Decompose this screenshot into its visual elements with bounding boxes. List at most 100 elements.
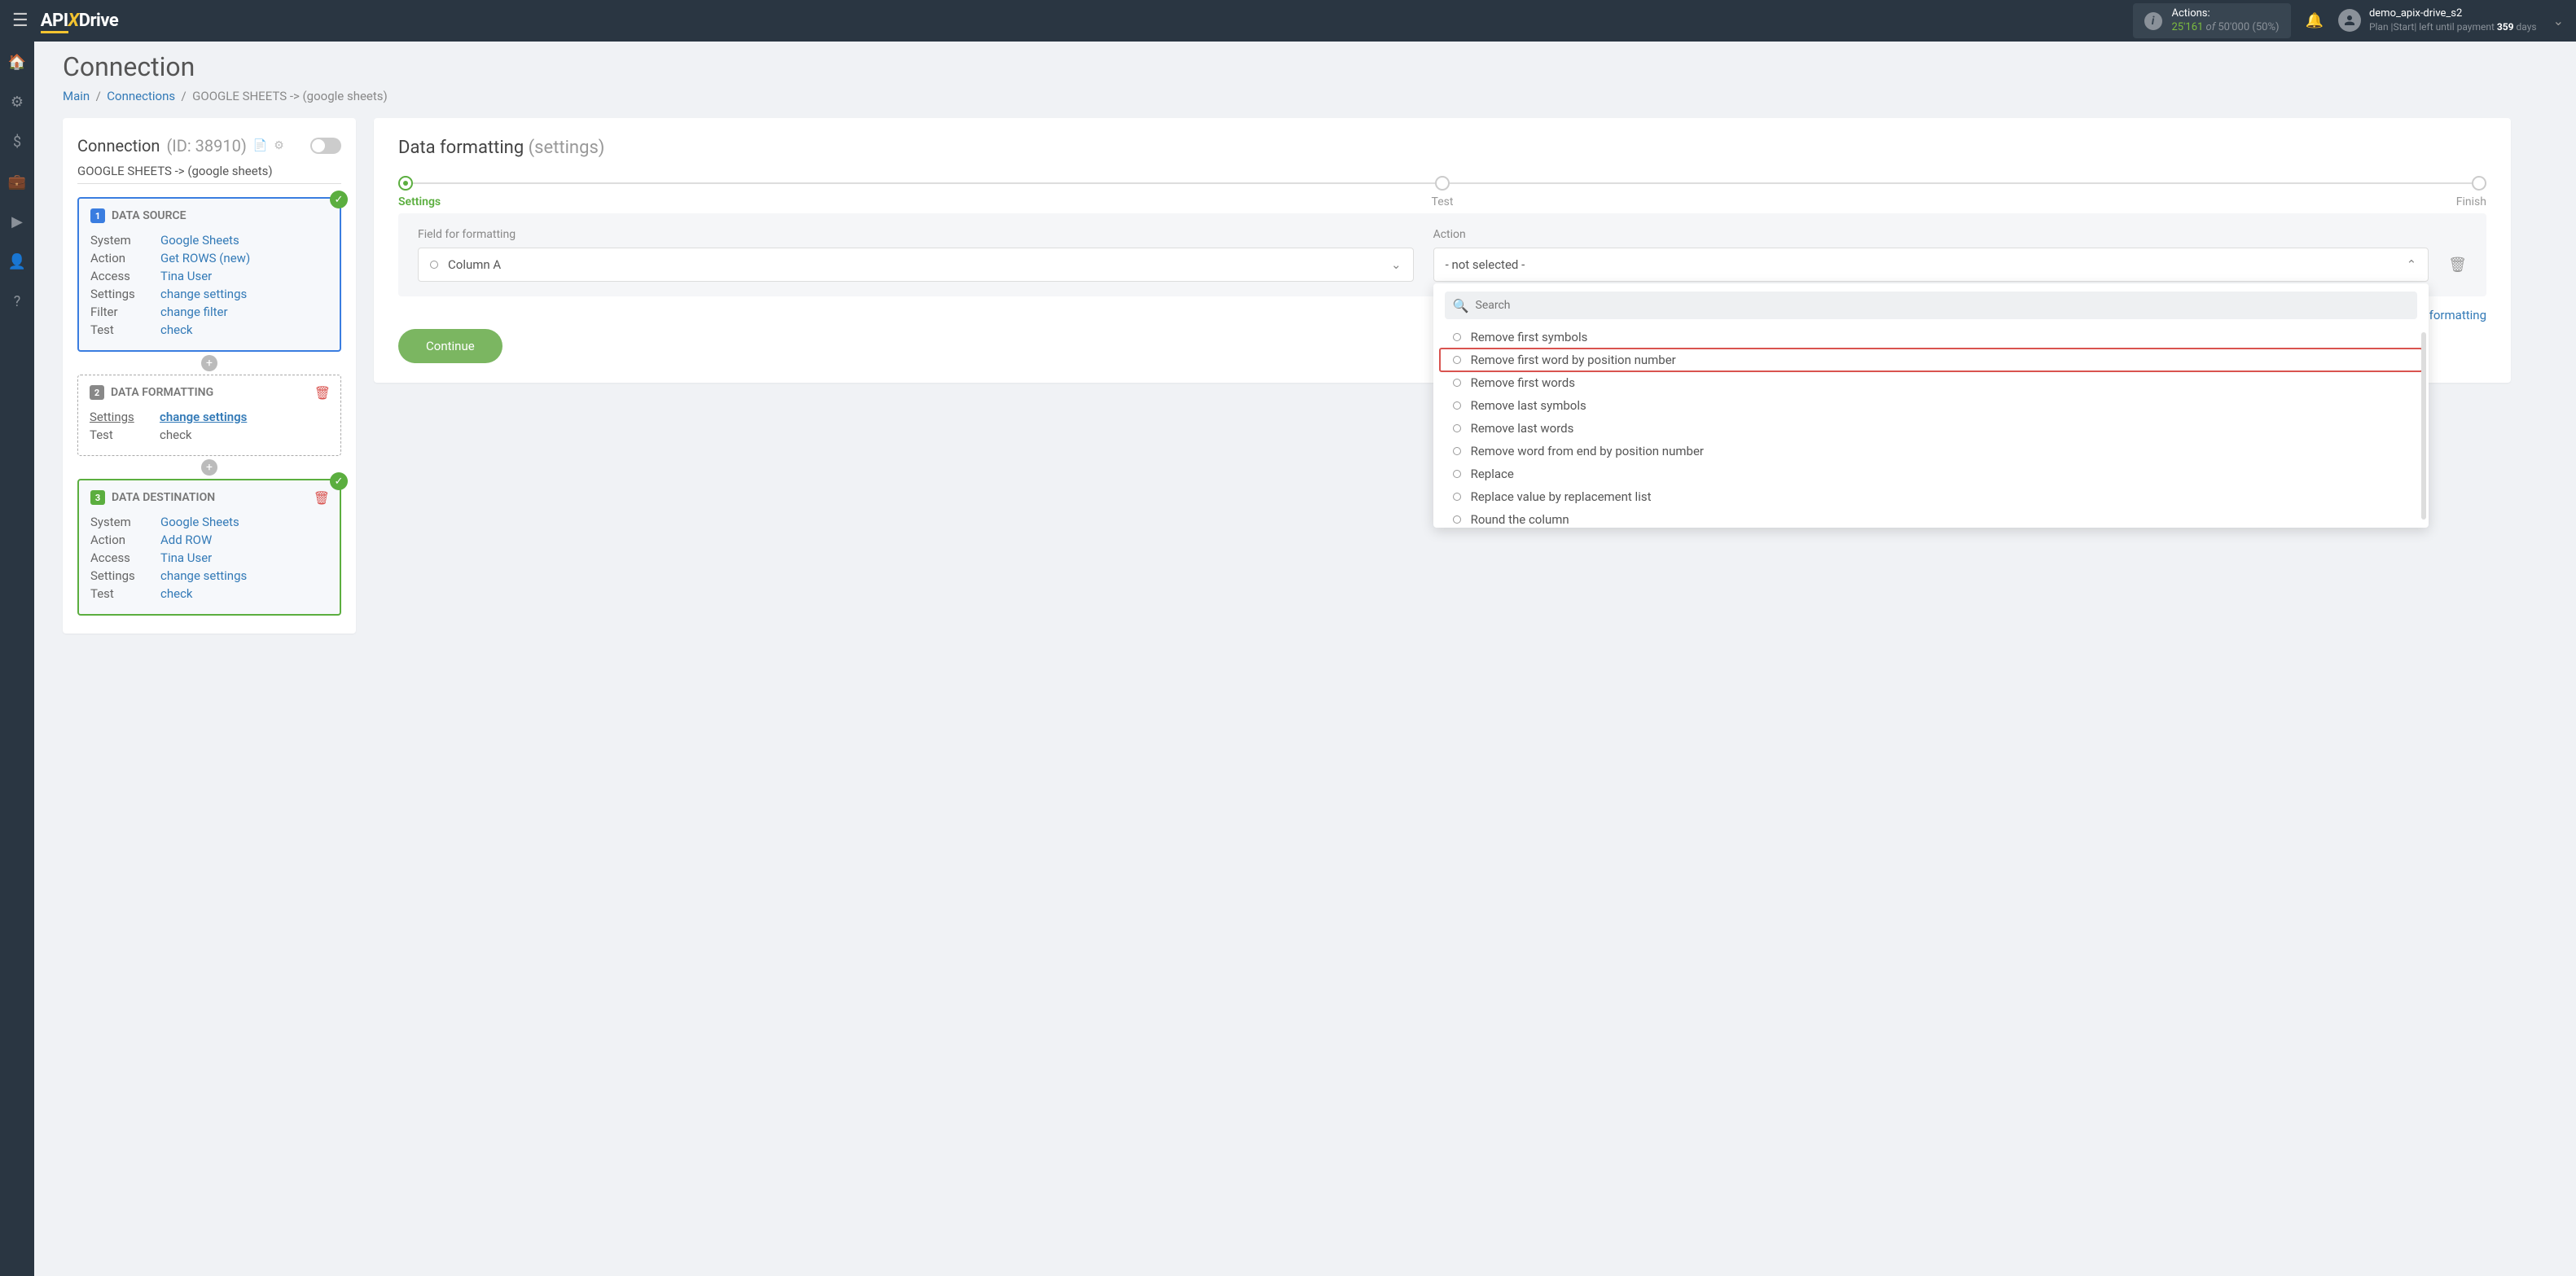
radio-icon <box>1453 493 1461 501</box>
breadcrumb-connections[interactable]: Connections <box>107 89 175 103</box>
source-test[interactable]: check <box>160 322 193 337</box>
panel-id: (ID: 38910) <box>166 136 246 156</box>
user-menu[interactable]: demo_apix-drive_s2 Plan |Start| left unt… <box>2338 7 2537 33</box>
dropdown-option[interactable]: Remove first symbols <box>1440 326 2423 349</box>
plan-prefix: Plan |Start| left until payment <box>2369 21 2497 33</box>
connection-panel: Connection (ID: 38910) 📄 ⚙ GOOGLE SHEETS… <box>63 118 356 634</box>
actions-counter[interactable]: i Actions: 25'161 of 50'000 (50%) <box>2133 3 2291 39</box>
field-label: Field for formatting <box>418 228 1414 241</box>
scrollbar[interactable] <box>2421 332 2426 520</box>
source-system[interactable]: Google Sheets <box>160 233 239 248</box>
dropdown-option[interactable]: Replace value by replacement list <box>1440 485 2423 508</box>
delete-row-button[interactable]: 🗑 <box>2448 257 2467 282</box>
sitemap-icon[interactable]: ⚙ <box>11 94 24 111</box>
formatting-heading: DATA FORMATTING <box>111 386 213 399</box>
formatting-row: Field for formatting Column A ⌄ Action -… <box>398 213 2486 296</box>
dropdown-option[interactable]: Remove first words <box>1440 371 2423 394</box>
youtube-icon[interactable]: ▶ <box>11 213 23 230</box>
dropdown-option[interactable]: Remove word from end by position number <box>1440 440 2423 463</box>
check-icon: ✓ <box>330 472 348 490</box>
breadcrumb: Main / Connections / GOOGLE SHEETS -> (g… <box>63 89 2511 103</box>
data-formatting-card[interactable]: 🗑 2DATA FORMATTING Settingschange settin… <box>77 375 341 456</box>
avatar-icon <box>2338 9 2361 32</box>
action-dropdown: 🔍 Remove first symbolsRemove first word … <box>1433 283 2429 528</box>
formatting-settings[interactable]: change settings <box>160 410 247 424</box>
radio-icon <box>1453 333 1461 341</box>
radio-icon <box>1453 470 1461 478</box>
destination-heading: DATA DESTINATION <box>112 491 215 504</box>
dropdown-option[interactable]: Round the column <box>1440 508 2423 531</box>
left-nav: 🏠 ⚙ $ 💼 ▶ 👤 ? <box>0 42 34 1276</box>
trash-icon[interactable]: 🗑 <box>314 385 331 401</box>
trash-icon[interactable]: 🗑 <box>314 490 330 506</box>
data-source-card[interactable]: ✓ 1DATA SOURCE SystemGoogle Sheets Actio… <box>77 197 341 352</box>
source-action[interactable]: Get ROWS (new) <box>160 251 250 265</box>
dest-test[interactable]: check <box>160 586 193 601</box>
hamburger-icon[interactable]: ☰ <box>12 11 29 31</box>
actions-total: 50'000 <box>2218 21 2249 33</box>
gear-icon[interactable]: ⚙ <box>274 139 284 152</box>
search-input[interactable] <box>1476 299 2410 312</box>
username: demo_apix-drive_s2 <box>2369 7 2537 21</box>
data-formatting-panel: Data formatting (settings) Settings Test… <box>374 118 2511 383</box>
radio-icon <box>1453 401 1461 410</box>
home-icon[interactable]: 🏠 <box>8 54 26 71</box>
radio-icon <box>1453 515 1461 524</box>
add-step-button[interactable]: + <box>201 355 217 371</box>
radio-icon <box>1453 356 1461 364</box>
continue-button[interactable]: Continue <box>398 329 502 363</box>
panel-title: Connection <box>77 136 160 156</box>
plan-suffix: days <box>2514 21 2537 33</box>
formatting-test: check <box>160 428 192 442</box>
topbar: ☰ APIXDrive i Actions: 25'161 of 50'000 … <box>0 0 2576 42</box>
actions-label: Actions: <box>2172 7 2280 21</box>
info-icon: i <box>2144 12 2162 30</box>
actions-pct: (50%) <box>2252 21 2279 33</box>
dollar-icon[interactable]: $ <box>13 134 21 151</box>
step-number: 1 <box>90 208 105 223</box>
radio-icon <box>1453 424 1461 432</box>
chevron-up-icon: ⌃ <box>2407 257 2417 272</box>
dropdown-search[interactable]: 🔍 <box>1445 292 2418 319</box>
step-finish[interactable] <box>2472 176 2486 191</box>
action-select[interactable]: - not selected - ⌃ <box>1433 248 2429 282</box>
breadcrumb-current: GOOGLE SHEETS -> (google sheets) <box>192 89 388 103</box>
step-test[interactable] <box>1435 176 1450 191</box>
source-filter[interactable]: change filter <box>160 305 228 319</box>
plan-days: 359 <box>2497 21 2514 33</box>
chevron-down-icon[interactable]: ⌄ <box>2553 13 2564 29</box>
dropdown-option[interactable]: Remove last words <box>1440 417 2423 440</box>
user-icon[interactable]: 👤 <box>8 253 26 270</box>
right-title: Data formatting <box>398 138 529 158</box>
step-settings[interactable] <box>398 176 413 191</box>
dest-system[interactable]: Google Sheets <box>160 515 239 529</box>
dest-action[interactable]: Add ROW <box>160 533 212 547</box>
field-value: Column A <box>448 257 501 272</box>
right-subtitle: (settings) <box>529 138 605 158</box>
radio-icon <box>430 261 438 269</box>
radio-icon <box>1453 379 1461 387</box>
document-icon[interactable]: 📄 <box>253 139 267 152</box>
field-select[interactable]: Column A ⌄ <box>418 248 1414 282</box>
progress-stepper: Settings Test Finish <box>398 176 2486 191</box>
step-number: 2 <box>90 385 104 400</box>
bell-icon[interactable]: 🔔 <box>2306 12 2324 29</box>
enable-toggle[interactable] <box>310 138 341 154</box>
breadcrumb-main[interactable]: Main <box>63 89 90 103</box>
dropdown-option[interactable]: Remove first word by position number <box>1440 349 2423 371</box>
logo[interactable]: APIXDrive <box>41 11 119 31</box>
check-icon: ✓ <box>330 191 348 208</box>
add-step-button[interactable]: + <box>201 459 217 476</box>
connection-name[interactable]: GOOGLE SHEETS -> (google sheets) <box>77 164 341 184</box>
dest-settings[interactable]: change settings <box>160 568 247 583</box>
dropdown-option[interactable]: Remove last symbols <box>1440 394 2423 417</box>
source-settings[interactable]: change settings <box>160 287 247 301</box>
briefcase-icon[interactable]: 💼 <box>8 173 26 191</box>
action-value: - not selected - <box>1446 257 1525 272</box>
data-destination-card[interactable]: ✓ 🗑 3DATA DESTINATION SystemGoogle Sheet… <box>77 479 341 616</box>
dest-access[interactable]: Tina User <box>160 550 212 565</box>
action-label: Action <box>1433 228 2429 241</box>
dropdown-option[interactable]: Replace <box>1440 463 2423 485</box>
source-access[interactable]: Tina User <box>160 269 212 283</box>
help-icon[interactable]: ? <box>14 293 21 310</box>
